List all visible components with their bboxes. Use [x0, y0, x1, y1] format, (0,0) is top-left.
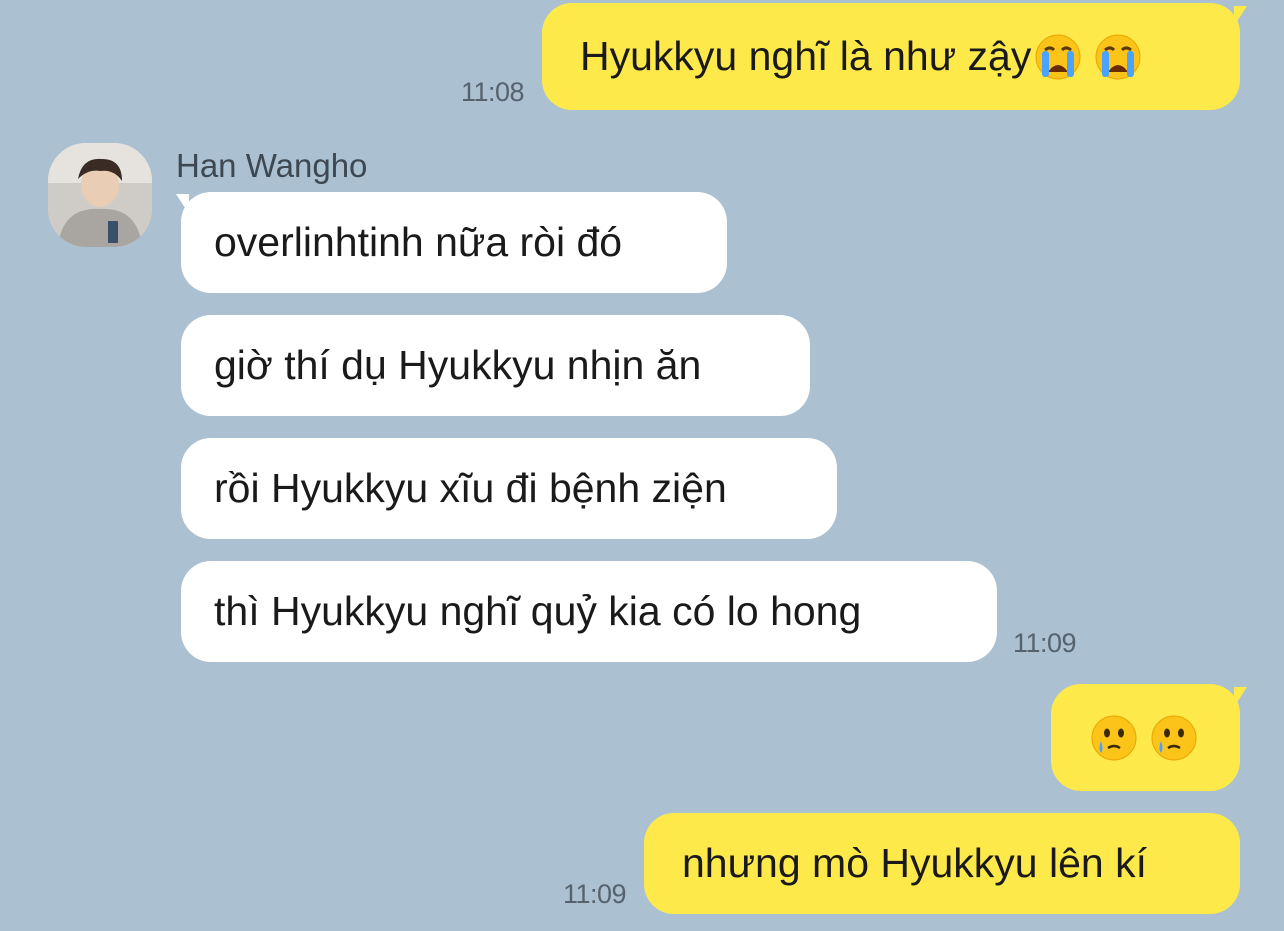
message-text: Hyukkyu nghĩ là như zậy: [580, 33, 1032, 79]
sender-name: Han Wangho: [176, 147, 368, 184]
avatar[interactable]: [48, 143, 152, 247]
loudly-crying-face-icon: [1035, 34, 1081, 79]
message-timestamp: 11:09: [1013, 628, 1077, 658]
my-message-bubble[interactable]: [1051, 684, 1240, 791]
loudly-crying-face-icon: [1095, 34, 1141, 79]
my-message-bubble[interactable]: nhưng mò Hyukkyu lên kí: [644, 813, 1240, 914]
message-timestamp: 11:09: [563, 879, 627, 909]
contact-photo: [48, 143, 152, 247]
message-text: nhưng mò Hyukkyu lên kí: [682, 840, 1147, 886]
message-text: rồi Hyukkyu xĩu đi bệnh ziện: [214, 465, 727, 511]
bubble-tail: [1234, 6, 1247, 26]
their-message-bubble[interactable]: giờ thí dụ Hyukkyu nhịn ăn: [181, 315, 810, 416]
my-message-bubble[interactable]: Hyukkyu nghĩ là như zậy: [542, 3, 1240, 110]
message-text: giờ thí dụ Hyukkyu nhịn ăn: [214, 342, 702, 388]
message-text: thì Hyukkyu nghĩ quỷ kia có lo hong: [214, 588, 862, 634]
bubble-tail: [1234, 687, 1247, 707]
message-timestamp: 11:08: [461, 77, 525, 107]
face-holding-back-tears-icon: [1151, 715, 1197, 760]
face-holding-back-tears-icon: [1091, 715, 1137, 760]
their-message-bubble[interactable]: rồi Hyukkyu xĩu đi bệnh ziện: [181, 438, 837, 539]
their-message-bubble[interactable]: thì Hyukkyu nghĩ quỷ kia có lo hong: [181, 561, 997, 662]
message-text: overlinhtinh nữa ròi đó: [214, 219, 623, 265]
their-message-bubble[interactable]: overlinhtinh nữa ròi đó: [181, 192, 727, 293]
